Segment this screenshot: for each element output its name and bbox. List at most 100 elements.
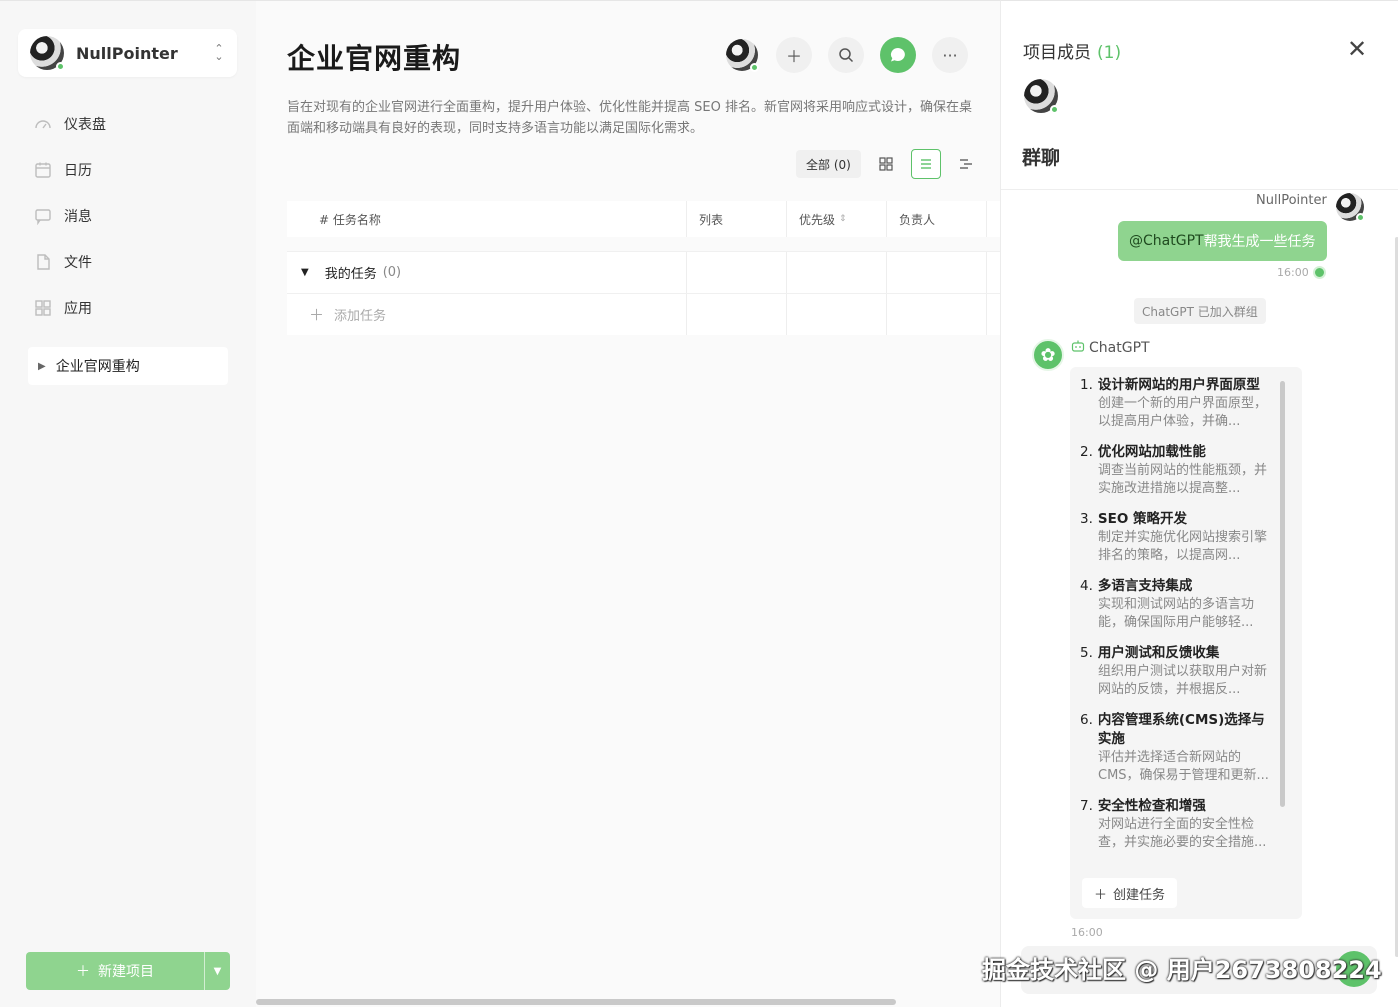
online-status-dot [56,62,65,71]
sidebar-item-label: 日历 [64,163,92,179]
members-count: (1) [1097,43,1122,63]
table-row: ＋ 添加任务 [287,293,1000,335]
chat-button[interactable] [880,37,916,73]
message-text: 帮我生成一些任务 [1203,234,1316,250]
sidebar-item-label: 仪表盘 [64,117,106,133]
more-button[interactable]: ··· [932,37,968,73]
sidebar-item-dashboard[interactable]: 仪表盘 [26,101,230,147]
task-table: # 任务名称 列表 优先级 ⇕ 负责人 ▼ 我的任务 (0) ＋ 添加任务 [287,201,1000,335]
task-number: 4. [1080,578,1093,594]
plus-icon: ＋ [309,306,325,324]
new-project-button-group: ＋ 新建项目 ▼ [26,952,230,990]
table-row[interactable]: ▼ 我的任务 (0) [287,251,1000,293]
list-item[interactable]: 1. 设计新网站的用户界面原型 创建一个新的用户界面原型，以提高用户体验，并确..… [1080,376,1276,431]
sidebar-item-calendar[interactable]: 日历 [26,147,230,193]
create-task-label: 创建任务 [1113,887,1166,903]
filter-all-chip[interactable]: 全部 (0) [796,150,861,178]
sidebar-item-label: 应用 [64,301,92,317]
apps-icon [34,299,52,317]
list-item[interactable]: 3. SEO 策略开发 制定并实施优化网站搜索引擎排名的策略，以提高网... [1080,510,1276,565]
project-description: 旨在对现有的企业官网进行全面重构，提升用户体验、优化性能并提高 SEO 排名。新… [287,100,972,136]
task-description: 创建一个新的用户界面原型，以提高用户体验，并确... [1098,396,1268,429]
list-item[interactable]: 2. 优化网站加载性能 调查当前网站的性能瓶颈，并实施改进措施以提高整... [1080,443,1276,498]
task-description: 组织用户测试以获取用户对新网站的反馈，并根据反... [1098,664,1268,697]
sidebar-item-files[interactable]: 文件 [26,239,230,285]
online-status-dot [1356,213,1365,222]
group-name: 我的任务 [324,267,377,282]
new-project-label: 新建项目 [98,964,154,980]
sender-avatar [1336,193,1365,222]
table-header: # 任务名称 列表 优先级 ⇕ 负责人 [287,201,1000,237]
task-description: 对网站进行全面的安全性检查，并实施必要的安全措施... [1098,817,1267,850]
column-header-assignee[interactable]: 负责人 [887,201,987,237]
chevron-updown-icon: ⌃ ⌄ [214,42,224,63]
gantt-icon [959,159,972,169]
caret-down-icon[interactable]: ▼ [301,267,309,278]
card-scrollbar[interactable] [1280,381,1285,807]
view-toolbar: 全部 (0) [796,149,981,179]
list-view-button[interactable] [910,149,941,179]
sidebar-nav: 仪表盘 日历 消息 文件 应用 [26,101,230,331]
add-task-label: 添加任务 [334,309,387,324]
more-dots-icon: ··· [942,45,958,65]
file-icon [34,253,52,271]
column-header-list[interactable]: 列表 [687,201,787,237]
task-number: 2. [1080,444,1093,460]
plus-icon: ＋ [785,47,802,66]
sidebar: NullPointer ⌃ ⌄ 仪表盘 日历 消息 文件 应用 ▶ 企业官网重构… [0,0,256,1007]
list-item[interactable]: 6. 内容管理系统(CMS)选择与实施 评估并选择适合新网站的 CMS，确保易于管… [1080,711,1276,785]
task-description: 评估并选择适合新网站的 CMS，确保易于管理和更新... [1098,750,1269,783]
message-time: 16:00 [1277,266,1326,279]
add-button[interactable]: ＋ [776,37,812,73]
grid-view-button[interactable] [871,149,901,179]
task-title: 用户测试和反馈收集 [1097,645,1220,661]
sidebar-item-apps[interactable]: 应用 [26,285,230,331]
search-button[interactable] [828,37,864,73]
column-header-priority[interactable]: 优先级 ⇕ [787,201,887,237]
sidebar-item-messages[interactable]: 消息 [26,193,230,239]
sidebar-project-item[interactable]: ▶ 企业官网重构 [28,347,228,385]
member-avatar[interactable] [1024,79,1059,114]
system-notice: ChatGPT 已加入群组 [1134,298,1266,324]
list-item[interactable]: 4. 多语言支持集成 实现和测试网站的多语言功能，确保国际用户能够轻... [1080,577,1276,632]
add-task-button[interactable]: ＋ 添加任务 [287,294,687,335]
column-header-task-name[interactable]: # 任务名称 [287,201,687,237]
bot-name-label: ChatGPT [1089,340,1150,356]
new-project-dropdown-button[interactable]: ▼ [204,952,230,990]
outgoing-message-bubble: @ChatGPT 帮我生成一些任务 [1118,221,1327,261]
member-avatar-button[interactable] [724,37,760,73]
list-icon [920,159,931,169]
bot-task-card: 1. 设计新网站的用户界面原型 创建一个新的用户界面原型，以提高用户体验，并确..… [1070,367,1302,919]
task-description: 调查当前网站的性能瓶颈，并实施改进措施以提高整... [1098,463,1268,496]
online-status-dot [750,63,759,72]
sort-icon: ⇕ [839,214,847,224]
task-description: 实现和测试网站的多语言功能，确保国际用户能够轻... [1098,597,1255,630]
user-switcher[interactable]: NullPointer ⌃ ⌄ [18,29,237,77]
sidebar-item-label: 消息 [64,209,92,225]
plus-icon: ＋ [76,964,90,980]
members-title: 项目成员 (1) [1023,38,1121,63]
list-item[interactable]: 7. 安全性检查和增强 对网站进行全面的安全性检查，并实施必要的安全措施... [1080,797,1276,852]
divider [1001,189,1398,190]
list-item[interactable]: 5. 用户测试和反馈收集 组织用户测试以获取用户对新网站的反馈，并根据反... [1080,644,1276,699]
chat-panel: 项目成员 (1) ✕ 群聊 NullPointer @ChatGPT 帮我生成一些… [1000,0,1398,1007]
task-number: 6. [1080,712,1093,728]
create-task-button[interactable]: ＋ 创建任务 [1082,878,1178,908]
close-icon[interactable]: ✕ [1347,35,1367,63]
gantt-view-button[interactable] [951,149,981,179]
dashboard-icon [34,115,52,133]
sidebar-item-label: 文件 [64,255,92,271]
plus-icon: ＋ [1094,887,1108,903]
task-number: 1. [1080,377,1093,393]
page-title: 企业官网重构 [287,42,462,75]
horizontal-scrollbar[interactable] [256,999,896,1005]
calendar-icon [34,161,52,179]
task-number: 3. [1080,511,1093,527]
chevron-down-icon: ▼ [213,965,222,977]
new-project-button[interactable]: ＋ 新建项目 [26,952,204,990]
task-title: SEO 策略开发 [1097,511,1188,527]
bot-name: ChatGPT [1071,340,1150,356]
online-status-dot [1050,105,1059,114]
column-header-spacer [987,201,1000,237]
mention-tag[interactable]: @ChatGPT [1129,233,1204,249]
